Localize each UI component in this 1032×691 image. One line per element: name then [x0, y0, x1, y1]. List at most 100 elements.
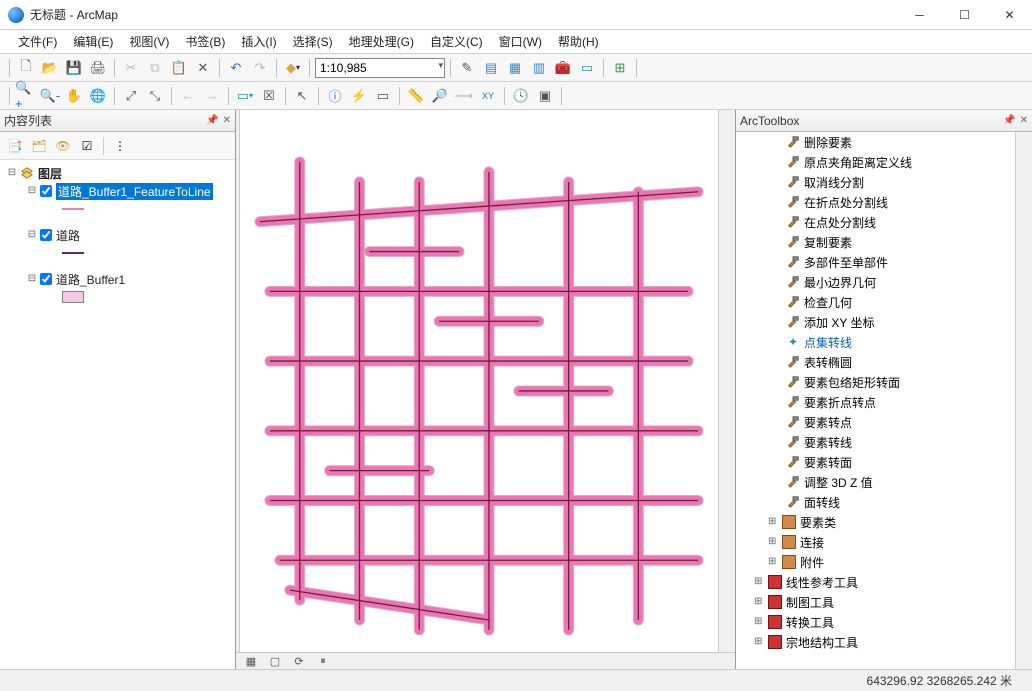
undo-button[interactable]: ↶	[225, 57, 247, 79]
open-button[interactable]: 📂	[39, 57, 61, 79]
collapse-icon[interactable]: ⊟	[26, 185, 38, 197]
pointer-button[interactable]: ↖	[291, 85, 313, 107]
tool-item[interactable]: 取消线分割	[736, 172, 1015, 192]
vertical-scrollbar[interactable]	[718, 110, 735, 652]
menu-bookmarks[interactable]: 书签(B)	[177, 30, 233, 53]
layer-item[interactable]: 道路_Buffer1	[56, 271, 125, 288]
catalog-button[interactable]: ▦	[504, 57, 526, 79]
tool-item[interactable]: 在折点处分割线	[736, 192, 1015, 212]
layer-visibility-checkbox[interactable]	[40, 185, 52, 197]
vertical-scrollbar[interactable]	[1015, 132, 1032, 669]
tool-item[interactable]: 删除要素	[736, 132, 1015, 152]
tool-item[interactable]: 多部件至单部件	[736, 252, 1015, 272]
new-doc-button[interactable]: 🗋	[15, 57, 37, 79]
menu-select[interactable]: 选择(S)	[285, 30, 341, 53]
expand-icon[interactable]: ⊞	[768, 556, 780, 568]
identify-button[interactable]: ⓘ	[324, 85, 346, 107]
select-features-button[interactable]: ▭▾	[234, 85, 256, 107]
pause-drawing-button[interactable]: ⏸	[314, 654, 332, 668]
python-button[interactable]: ▭	[576, 57, 598, 79]
toc-button[interactable]: ▤	[480, 57, 502, 79]
toolbox-item[interactable]: ⊞线性参考工具	[736, 572, 1015, 592]
tool-item[interactable]: 最小边界几何	[736, 272, 1015, 292]
find-button[interactable]: 🔎	[429, 85, 451, 107]
tool-item[interactable]: 复制要素	[736, 232, 1015, 252]
refresh-button[interactable]: ⟳	[290, 654, 308, 668]
menu-customize[interactable]: 自定义(C)	[422, 30, 491, 53]
tool-item[interactable]: 添加 XY 坐标	[736, 312, 1015, 332]
tool-item[interactable]: 面转线	[736, 492, 1015, 512]
tool-item[interactable]: 调整 3D Z 值	[736, 472, 1015, 492]
tool-item[interactable]: 要素转线	[736, 432, 1015, 452]
expand-icon[interactable]: ⊞	[754, 616, 766, 628]
fixed-zoom-in-button[interactable]: ⤢	[120, 85, 142, 107]
expand-icon[interactable]: ⊞	[754, 576, 766, 588]
maximize-button[interactable]: ☐	[942, 0, 987, 29]
toolbox-item[interactable]: ⊞转换工具	[736, 612, 1015, 632]
forward-button[interactable]: →	[201, 85, 223, 107]
measure-button[interactable]: 📏	[405, 85, 427, 107]
paste-button[interactable]: 📋	[168, 57, 190, 79]
full-extent-button[interactable]: 🌐	[87, 85, 109, 107]
close-button[interactable]: ✕	[987, 0, 1032, 29]
layer-item[interactable]: 道路_Buffer1_FeatureToLine	[56, 183, 213, 200]
tool-item[interactable]: 要素转点	[736, 412, 1015, 432]
add-data-button[interactable]: ◆▾	[282, 57, 304, 79]
pan-button[interactable]: ✋	[63, 85, 85, 107]
expand-icon[interactable]: ⊞	[754, 596, 766, 608]
toolset-item[interactable]: ⊞附件	[736, 552, 1015, 572]
collapse-icon[interactable]: ⊟	[26, 273, 38, 285]
toolset-item[interactable]: ⊞连接	[736, 532, 1015, 552]
expand-icon[interactable]: ⊞	[754, 636, 766, 648]
tool-item[interactable]: 要素包络矩形转面	[736, 372, 1015, 392]
time-slider-button[interactable]: 🕓	[510, 85, 532, 107]
layer-visibility-checkbox[interactable]	[40, 229, 52, 241]
scale-combobox[interactable]: ▾	[315, 58, 445, 78]
pin-icon[interactable]: 📌	[206, 115, 218, 126]
menu-insert[interactable]: 插入(I)	[233, 30, 284, 53]
scale-input[interactable]	[315, 58, 445, 78]
menu-window[interactable]: 窗口(W)	[491, 30, 550, 53]
back-button[interactable]: ←	[177, 85, 199, 107]
layout-view-tab[interactable]: ▢	[266, 654, 284, 668]
options-button[interactable]: ⋮	[109, 135, 131, 157]
layer-item[interactable]: 道路	[56, 227, 80, 244]
goto-xy-button[interactable]: XY	[477, 85, 499, 107]
toolbox-item[interactable]: ⊞宗地结构工具	[736, 632, 1015, 652]
toolset-item[interactable]: ⊞要素类	[736, 512, 1015, 532]
save-button[interactable]: 💾	[63, 57, 85, 79]
arctoolbox-button[interactable]: 🧰	[552, 57, 574, 79]
list-by-selection-button[interactable]: ☑	[76, 135, 98, 157]
tool-item[interactable]: 要素折点转点	[736, 392, 1015, 412]
copy-button[interactable]: ⧉	[144, 57, 166, 79]
fixed-zoom-out-button[interactable]: ⤡	[144, 85, 166, 107]
panel-close-icon[interactable]: ✕	[223, 115, 231, 126]
find-route-button[interactable]: ⟿	[453, 85, 475, 107]
hyperlink-button[interactable]: ⚡	[348, 85, 370, 107]
toc-tree[interactable]: ⊟ 图层 ⊟ 道路_Buffer1_FeatureToLine ⊟ 道路	[0, 160, 235, 669]
collapse-icon[interactable]: ⊟	[26, 229, 38, 241]
tool-item[interactable]: 要素转面	[736, 452, 1015, 472]
minimize-button[interactable]: ─	[897, 0, 942, 29]
data-view-tab[interactable]: ▦	[242, 654, 260, 668]
viewer-window-button[interactable]: ▣	[534, 85, 556, 107]
expand-icon[interactable]: ⊞	[768, 536, 780, 548]
list-by-drawing-button[interactable]: 📑	[4, 135, 26, 157]
layer-visibility-checkbox[interactable]	[40, 273, 52, 285]
collapse-icon[interactable]: ⊟	[6, 167, 18, 179]
clear-selection-button[interactable]: ☒	[258, 85, 280, 107]
menu-file[interactable]: 文件(F)	[10, 30, 65, 53]
expand-icon[interactable]: ⊞	[768, 516, 780, 528]
list-by-source-button[interactable]: 🗂	[28, 135, 50, 157]
tool-item[interactable]: 表转椭圆	[736, 352, 1015, 372]
tool-item[interactable]: 在点处分割线	[736, 212, 1015, 232]
chevron-down-icon[interactable]: ▾	[438, 60, 443, 71]
zoom-in-button[interactable]: 🔍+	[15, 85, 37, 107]
print-button[interactable]: 🖨	[87, 57, 109, 79]
html-popup-button[interactable]: ▭	[372, 85, 394, 107]
menu-view[interactable]: 视图(V)	[121, 30, 177, 53]
list-by-visibility-button[interactable]: 👁	[52, 135, 74, 157]
menu-help[interactable]: 帮助(H)	[550, 30, 607, 53]
pin-icon[interactable]: 📌	[1003, 115, 1015, 126]
toolbox-tree[interactable]: 删除要素原点夹角距离定义线取消线分割在折点处分割线在点处分割线复制要素多部件至单…	[736, 132, 1015, 669]
